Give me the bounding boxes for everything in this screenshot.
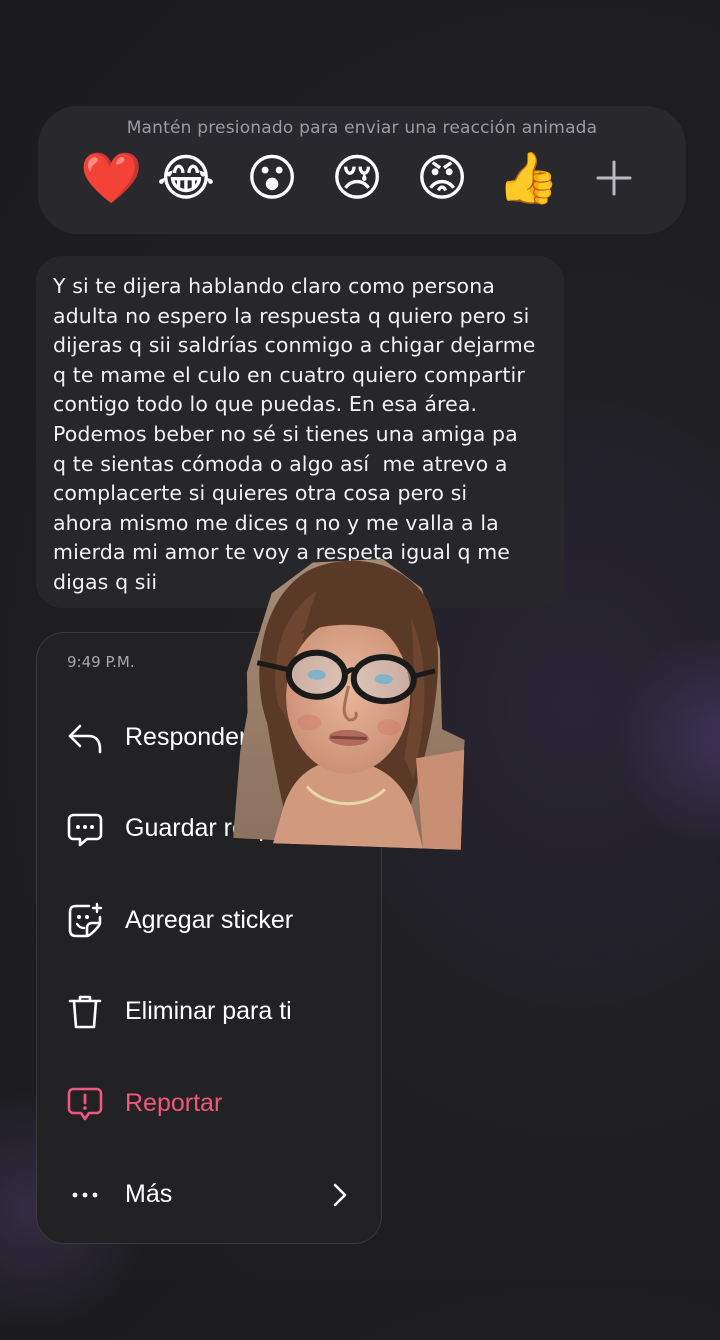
thumbs-up-reaction-icon[interactable]: 👍 — [497, 148, 559, 208]
add-sticker-menu-item[interactable]: Agregar sticker — [37, 888, 381, 954]
reaction-bar: Mantén presionado para enviar una reacci… — [38, 106, 686, 234]
more-label: Más — [125, 1180, 173, 1208]
trash-icon — [68, 995, 102, 1029]
more-icon — [72, 1192, 98, 1198]
saved-reply-icon — [67, 813, 103, 847]
angry-reaction-icon[interactable]: 😡 — [412, 148, 472, 208]
more-menu-item[interactable]: Más — [37, 1162, 381, 1228]
reaction-hint: Mantén presionado para enviar una reacci… — [126, 118, 598, 138]
report-icon — [67, 1087, 103, 1121]
sticker-icon — [68, 902, 103, 938]
add-reaction-icon[interactable] — [594, 158, 634, 198]
delete-for-you-menu-item[interactable]: Eliminar para ti — [37, 979, 381, 1045]
message-timestamp: 9:49 P.M. — [67, 653, 135, 671]
sad-reaction-icon[interactable]: 😢 — [327, 148, 387, 208]
reply-label: Responder — [125, 723, 248, 751]
laughing-reaction-icon[interactable]: 😂 — [156, 148, 216, 208]
reply-icon — [68, 724, 102, 754]
message-text: Y si te dijera hablando claro como perso… — [53, 274, 536, 594]
photo-sticker[interactable] — [233, 552, 471, 850]
heart-reaction-icon[interactable]: ❤️ — [80, 148, 142, 208]
delete-for-you-label: Eliminar para ti — [125, 997, 292, 1025]
chevron-right-icon — [333, 1183, 347, 1207]
report-label: Reportar — [125, 1089, 223, 1117]
surprised-reaction-icon[interactable]: 😮 — [242, 148, 302, 208]
report-menu-item[interactable]: Reportar — [37, 1071, 381, 1137]
add-sticker-label: Agregar sticker — [125, 906, 294, 934]
